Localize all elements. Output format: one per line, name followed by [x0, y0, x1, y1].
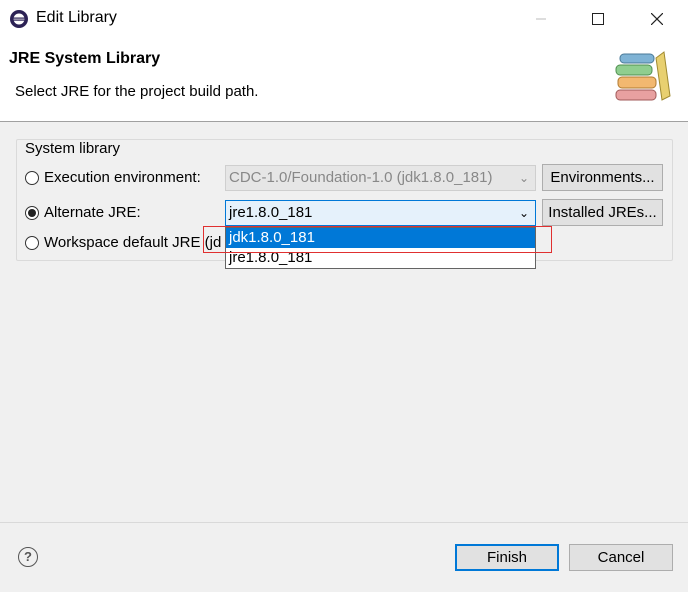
- help-icon[interactable]: ?: [18, 547, 38, 567]
- footer-separator: [0, 522, 688, 523]
- minimize-icon: [536, 18, 546, 20]
- page-title: JRE System Library: [9, 50, 161, 67]
- alternate-jre-label: Alternate JRE:: [44, 204, 141, 221]
- maximize-icon: [592, 13, 604, 25]
- eclipse-app-icon: [9, 9, 29, 29]
- highlight-annotation-box: [203, 226, 552, 253]
- window-title: Edit Library: [36, 9, 117, 26]
- cancel-button[interactable]: Cancel: [569, 544, 673, 571]
- chevron-down-icon: ⌄: [518, 171, 529, 185]
- close-icon: [651, 13, 663, 25]
- alternate-jre-radio[interactable]: [25, 206, 39, 220]
- dialog-header: JRE System Library Select JRE for the pr…: [0, 38, 688, 122]
- maximize-button[interactable]: [575, 0, 621, 38]
- close-button[interactable]: [634, 0, 680, 38]
- finish-button[interactable]: Finish: [455, 544, 559, 571]
- execution-environment-label: Execution environment:: [44, 169, 201, 186]
- installed-jres-button[interactable]: Installed JREs...: [542, 199, 663, 226]
- minimize-button[interactable]: [518, 0, 564, 38]
- alternate-jre-select[interactable]: jre1.8.0_181 ⌄: [225, 200, 536, 226]
- environments-button[interactable]: Environments...: [542, 164, 663, 191]
- alternate-jre-value: jre1.8.0_181: [229, 204, 313, 221]
- workspace-default-radio[interactable]: [25, 236, 39, 250]
- title-bar: Edit Library: [0, 0, 688, 38]
- books-icon: [612, 46, 674, 108]
- execution-environment-radio[interactable]: [25, 171, 39, 185]
- execution-environment-select[interactable]: CDC-1.0/Foundation-1.0 (jdk1.8.0_181) ⌄: [225, 165, 536, 191]
- page-description: Select JRE for the project build path.: [15, 83, 259, 100]
- execution-environment-value: CDC-1.0/Foundation-1.0 (jdk1.8.0_181): [229, 169, 493, 186]
- group-label: System library: [25, 140, 121, 157]
- chevron-down-icon: ⌄: [518, 206, 529, 220]
- workspace-default-label: Workspace default JRE (jd: [44, 234, 222, 251]
